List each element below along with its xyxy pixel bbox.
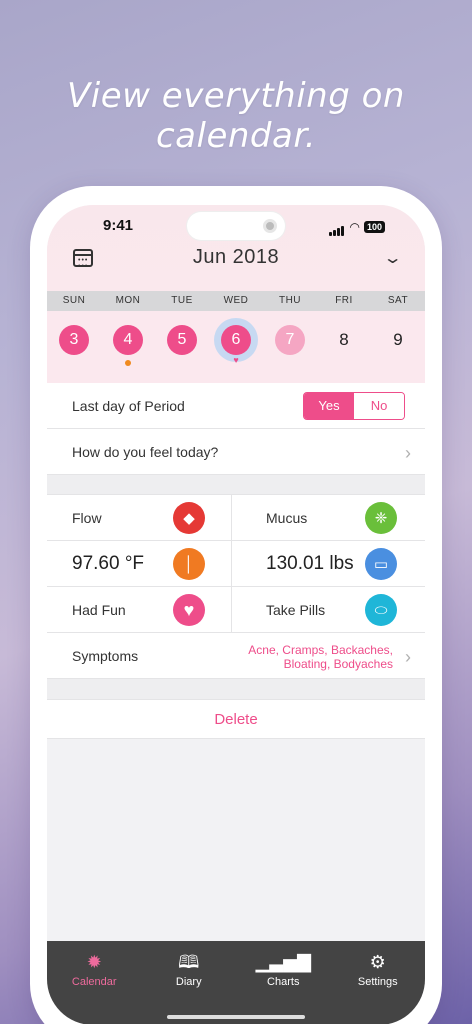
mucus-icon: ❈ [365,502,397,534]
take-pills-cell[interactable]: Take Pills ⬭ [232,587,425,632]
had-fun-label: Had Fun [72,601,126,618]
mucus-label: Mucus [266,509,308,526]
grid-row: 97.60 °F │ 130.01 lbs ▭ [47,541,425,587]
camera-icon [263,219,277,233]
tracking-grid: Flow ◆ Mucus ❈ 97.60 °F │ 130.01 lbs ▭ H… [47,495,425,633]
yes-button[interactable]: Yes [304,393,354,419]
symptoms-values: Acne, Cramps, Backaches, Bloating, Bodya… [248,643,393,671]
tab-bar: ✹ Calendar 🕮 Diary ▁▃▅▇ Charts ⚙ Setting… [47,941,425,1024]
headline: View everything on calendar. [67,76,405,156]
symptoms-label: Symptoms [72,648,139,664]
temperature-value: 97.60 °F [72,552,145,574]
take-pills-label: Take Pills [266,601,326,618]
feel-row[interactable]: How do you feel today? › [47,429,425,475]
home-indicator [167,1015,305,1019]
chevron-right-icon: › [405,647,411,667]
pill-icon: ⬭ [365,594,397,626]
dynamic-island [187,212,285,240]
tab-diary[interactable]: 🕮 Diary [142,941,237,1024]
calendar-day[interactable]: 8 [317,311,371,383]
signal-icon [329,218,345,236]
heart-icon: ♥ [173,594,205,626]
day-number: 5 [167,325,197,355]
day-number: 6 [221,325,251,355]
thermometer-icon: │ [173,548,205,580]
no-button[interactable]: No [354,393,404,419]
sun-icon: ✹ [86,952,102,972]
temperature-cell[interactable]: 97.60 °F │ [47,541,232,586]
weekday-label: WED [223,295,249,306]
period-toggle[interactable]: Yes No [303,392,405,420]
had-fun-cell[interactable]: Had Fun ♥ [47,587,232,632]
drops-icon: ◆ [173,502,205,534]
week-days-row: 3 4 5 6 ♥ 7 8 9 [47,311,425,383]
feel-label: How do you feel today? [72,443,219,460]
day-details: Last day of Period Yes No How do you fee… [47,383,425,739]
tab-label: Charts [267,976,300,988]
weekday-label: THU [278,295,302,306]
calendar-day[interactable]: 5 [155,311,209,383]
weekday-bar: SUN MON TUE WED THU FRI SAT [47,291,425,311]
status-icons: ◠ 100 [329,218,385,236]
grid-row: Flow ◆ Mucus ❈ [47,495,425,541]
calendar-day[interactable]: 4 [101,311,155,383]
tab-label: Diary [175,976,202,988]
chevron-right-icon: › [405,443,411,463]
heart-icon: ♥ [233,355,239,365]
weekday-label: TUE [171,295,193,306]
symptoms-line-1: Acne, Cramps, Backaches, [248,643,393,657]
flow-cell[interactable]: Flow ◆ [47,495,232,540]
calendar-header-area: 9:41 ◠ 100 ••• ••• Jun 2018 ⌄ SUN MON TUE WE… [47,205,425,383]
tab-charts[interactable]: ▁▃▅▇ Charts [236,941,331,1024]
delete-button[interactable]: Delete [47,699,425,739]
app-screen: 9:41 ◠ 100 ••• ••• Jun 2018 ⌄ SUN MON TUE WE… [47,205,425,1024]
wifi-icon: ◠ [349,220,360,234]
tab-label: Calendar [71,976,117,988]
calendar-day[interactable]: 3 [47,311,101,383]
period-label: Last day of Period [72,397,185,414]
day-marker-dot [125,360,131,366]
weekday-label: SAT [387,295,409,306]
day-number: 3 [59,325,89,355]
flow-label: Flow [72,509,102,526]
symptoms-row[interactable]: Symptoms Acne, Cramps, Backaches, Bloati… [47,633,425,679]
grid-row: Had Fun ♥ Take Pills ⬭ [47,587,425,633]
phone-frame: 9:41 ◠ 100 ••• ••• Jun 2018 ⌄ SUN MON TUE WE… [30,186,442,1024]
day-number: 8 [339,330,349,349]
tab-label: Settings [357,976,398,988]
section-gap [47,679,425,699]
calendar-day[interactable]: 9 [371,311,425,383]
battery-icon: 100 [363,221,385,233]
month-title[interactable]: Jun 2018 [47,246,425,269]
calendar-day[interactable]: 7 [263,311,317,383]
day-number: 7 [275,325,305,355]
period-row: Last day of Period Yes No [47,383,425,429]
chevron-down-icon[interactable]: ⌄ [382,248,402,268]
tab-settings[interactable]: ⚙ Settings [331,941,426,1024]
status-time: 9:41 [103,217,134,234]
weekday-label: FRI [335,295,353,306]
tab-calendar[interactable]: ✹ Calendar [47,941,142,1024]
book-icon: 🕮 [178,952,200,972]
bar-chart-icon: ▁▃▅▇ [255,952,311,972]
day-number: 9 [393,330,403,349]
gear-icon: ⚙ [369,952,386,972]
weight-value: 130.01 lbs [266,552,354,574]
weight-cell[interactable]: 130.01 lbs ▭ [232,541,425,586]
weekday-label: MON [115,295,141,306]
day-number: 4 [113,325,143,355]
section-gap [47,475,425,495]
weekday-label: SUN [62,295,86,306]
mucus-cell[interactable]: Mucus ❈ [232,495,425,540]
scale-icon: ▭ [365,548,397,580]
symptoms-line-2: Bloating, Bodyaches [283,657,393,671]
calendar-day[interactable]: 6 ♥ [209,311,263,383]
